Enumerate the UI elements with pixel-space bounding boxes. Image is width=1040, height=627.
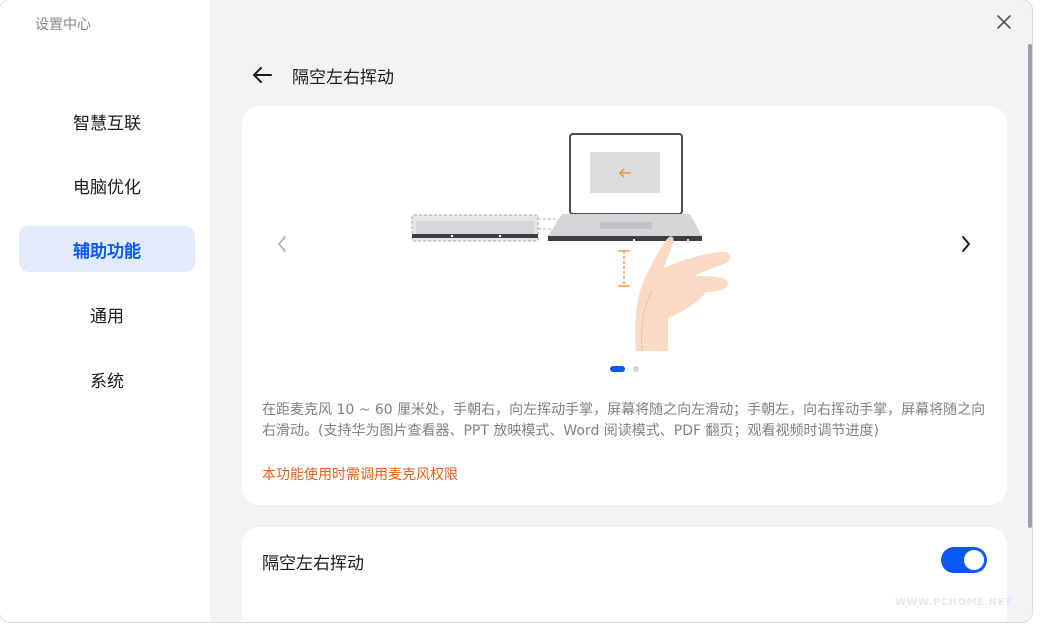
setting-row-card: 隔空左右挥动: [242, 527, 1007, 622]
permission-warning: 本功能使用时需调用麦克风权限: [262, 467, 458, 483]
back-arrow-icon: [253, 67, 272, 83]
carousel-prev-button[interactable]: [268, 230, 296, 258]
feature-description: 在距麦克风 10 ~ 60 厘米处，手朝右，向左挥动手掌，屏幕将随之向左滑动；手…: [262, 402, 986, 439]
back-button[interactable]: [248, 61, 276, 89]
page-header: 隔空左右挥动: [248, 60, 394, 90]
setting-row-label: 隔空左右挥动: [262, 554, 364, 574]
sidebar-item-pc-optimize[interactable]: 电脑优化: [19, 162, 195, 208]
close-icon: [997, 15, 1011, 29]
page-title: 隔空左右挥动: [292, 67, 394, 88]
chevron-right-icon: [962, 236, 970, 252]
air-swipe-toggle[interactable]: [941, 547, 987, 573]
sidebar-item-label: 通用: [90, 306, 124, 327]
app-title: 设置中心: [35, 17, 91, 33]
carousel-dot[interactable]: [633, 366, 639, 372]
sidebar-item-label: 辅助功能: [73, 241, 141, 262]
sidebar-item-smart-connect[interactable]: 智慧互联: [19, 98, 195, 144]
laptop-illustration: [548, 133, 702, 242]
settings-window: 设置中心 智慧互联 电脑优化 辅助功能 通用 系统 隔空左右挥动 在距麦克风 1…: [0, 0, 1032, 622]
scrollbar[interactable]: [1028, 44, 1032, 528]
sidebar-item-label: 电脑优化: [73, 177, 141, 198]
close-button[interactable]: [992, 10, 1016, 34]
keyboard-illustration: [411, 214, 539, 242]
sidebar-item-label: 系统: [90, 371, 124, 392]
main-content: 隔空左右挥动 在距麦克风 10 ~ 60 厘米处，手朝右，向左挥动手掌，屏幕将随…: [210, 0, 1032, 622]
watermark: WWW.PCHOME.NET: [895, 597, 1013, 608]
sidebar-item-general[interactable]: 通用: [19, 291, 195, 337]
sidebar-item-accessibility[interactable]: 辅助功能: [19, 226, 195, 272]
sidebar: 设置中心 智慧互联 电脑优化 辅助功能 通用 系统: [0, 0, 210, 622]
toggle-knob: [964, 550, 984, 570]
hand-illustration: [635, 236, 731, 351]
feature-intro-card: 在距麦克风 10 ~ 60 厘米处，手朝右，向左挥动手掌，屏幕将随之向左滑动；手…: [242, 106, 1007, 505]
chevron-left-icon: [278, 236, 286, 252]
sidebar-item-system[interactable]: 系统: [19, 356, 195, 402]
distance-indicator: [618, 250, 630, 287]
carousel-next-button[interactable]: [952, 230, 980, 258]
gesture-illustration: [411, 133, 731, 351]
sidebar-item-label: 智慧互联: [73, 113, 141, 134]
carousel-dot-active[interactable]: [610, 366, 625, 372]
carousel-pagination: [242, 366, 1007, 372]
